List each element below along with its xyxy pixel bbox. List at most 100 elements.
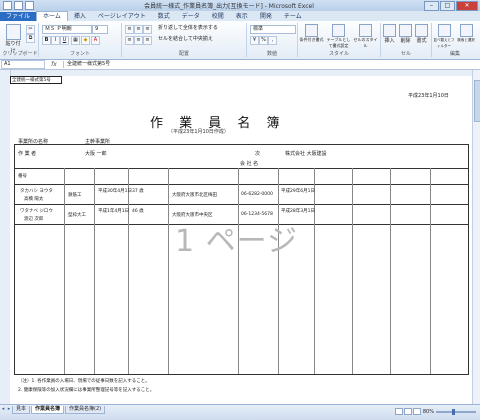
row1-age: 37 歳	[132, 189, 144, 194]
copy-icon[interactable]: ⧉	[26, 34, 35, 43]
align-bottom-icon[interactable]: ≡	[143, 25, 152, 34]
undo-icon[interactable]	[25, 1, 34, 10]
sheet-tabs: ◂ ▸ 見本 作業員名簿 作業員名簿(2)	[0, 406, 106, 414]
tab-home[interactable]: ホーム	[36, 11, 68, 21]
bold-button[interactable]: B	[42, 36, 51, 45]
window-controls: – □ ✕	[424, 0, 478, 11]
view-buttons	[394, 408, 421, 415]
align-left-icon[interactable]: ≡	[125, 36, 134, 45]
conditional-format-icon	[305, 24, 318, 37]
row2-kana: ワタナベ ジロウ	[20, 209, 53, 214]
page-watermark: 1 ページ	[175, 224, 299, 259]
sheet-tab-roster[interactable]: 作業員名簿	[31, 406, 65, 414]
zoom-control: 80%	[394, 408, 476, 415]
window-title: 会員統一様式_作業員名簿_出力[互換モード] - Microsoft Excel	[144, 3, 314, 10]
comma-icon[interactable]: ,	[268, 36, 277, 45]
tab-insert[interactable]: 挿入	[68, 12, 92, 21]
sheet-tab-roster-2[interactable]: 作業員名簿(2)	[65, 406, 106, 414]
align-middle-icon[interactable]: ≡	[134, 25, 143, 34]
tab-data[interactable]: データ	[176, 12, 206, 21]
alignment-group-label: 配置	[178, 51, 189, 57]
align-top-icon[interactable]: ≡	[125, 25, 134, 34]
status-bar: ◂ ▸ 見本 作業員名簿 作業員名簿(2) 80%	[0, 404, 480, 420]
clipboard-group: 貼り付け ✂ ⧉ クリップボード	[2, 23, 39, 57]
wrap-text-button[interactable]: 折り返して全体を表示する	[156, 25, 242, 32]
row2-age: 46 歳	[132, 209, 144, 214]
conditional-format-button[interactable]: 条件付き書式	[299, 24, 324, 43]
editing-group: 並べ替えとフィルター 検索と選択 編集	[432, 23, 478, 57]
page-layout-view-icon[interactable]	[403, 408, 412, 415]
cell-a1-text: 全建統一様式第5号	[12, 78, 51, 83]
delete-icon	[399, 24, 412, 37]
maximize-button[interactable]: □	[440, 0, 455, 11]
row2-job: 型枠大工	[68, 213, 86, 218]
formula-input[interactable]: 全建統一様式第5号	[63, 61, 480, 68]
name-box[interactable]: A1	[1, 60, 45, 69]
zoom-knob[interactable]	[452, 408, 455, 415]
number-format-select[interactable]: 標準	[250, 25, 296, 34]
find-icon	[459, 24, 473, 37]
align-center-icon[interactable]: ≡	[134, 36, 143, 45]
insert-icon	[383, 24, 396, 37]
tab-team[interactable]: チーム	[278, 12, 308, 21]
tab-developer[interactable]: 開発	[254, 12, 278, 21]
cell-style-button[interactable]: セルのスタイル	[353, 24, 378, 49]
font-name-select[interactable]: ＭＳ Ｐ明朝	[42, 25, 92, 34]
tab-file[interactable]: ファイル	[0, 12, 37, 21]
note-1: （注）1. 各作業員の入場日、現場での従事日数を記入すること。	[18, 379, 150, 384]
format-as-table-button[interactable]: テーブルとして書式設定	[325, 24, 352, 49]
tab-view[interactable]: 表示	[230, 12, 254, 21]
delete-cells-button[interactable]: 削除	[398, 24, 413, 44]
row2-name: 渡辺 次郎	[24, 217, 44, 222]
page-break-view-icon[interactable]	[412, 408, 421, 415]
cut-icon[interactable]: ✂	[26, 25, 35, 34]
row1-name: 高橋 陽太	[24, 197, 44, 202]
tab-formulas[interactable]: 数式	[152, 12, 176, 21]
sheet-tab-sample[interactable]: 見本	[12, 406, 31, 414]
italic-button[interactable]: I	[51, 36, 60, 45]
vertical-scrollbar[interactable]	[472, 70, 480, 404]
conditional-format-label: 条件付き書式	[299, 37, 324, 42]
contractor-note: 次	[255, 151, 261, 157]
underline-button[interactable]: U	[60, 36, 69, 45]
sort-filter-button[interactable]: 並べ替えとフィルター	[433, 24, 455, 49]
insert-cells-button[interactable]: 挿入	[382, 24, 397, 44]
quick-access-toolbar[interactable]	[3, 1, 34, 10]
number-group-label: 数値	[266, 51, 277, 57]
zoom-slider[interactable]	[436, 408, 476, 415]
font-group: ＭＳ Ｐ明朝 9 B I U ▦ ◆ A フォント	[39, 23, 122, 57]
table-icon	[332, 24, 345, 37]
excel-app-icon[interactable]	[3, 1, 12, 10]
align-right-icon[interactable]: ≡	[143, 36, 152, 45]
scroll-thumb[interactable]	[474, 80, 480, 122]
delete-label: 削除	[400, 38, 411, 44]
format-label: 書式	[416, 38, 427, 44]
editing-group-label: 編集	[449, 51, 460, 57]
minimize-button[interactable]: –	[424, 0, 439, 11]
font-color-icon[interactable]: A	[91, 36, 100, 45]
close-button[interactable]: ✕	[456, 0, 478, 11]
zoom-level[interactable]: 80%	[423, 409, 434, 415]
find-select-button[interactable]: 検索と選択	[456, 24, 476, 43]
cell-style-label: セルのスタイル	[353, 37, 378, 48]
border-icon[interactable]: ▦	[71, 36, 80, 45]
tab-page-layout[interactable]: ページレイアウト	[92, 12, 152, 21]
percent-icon[interactable]: %	[259, 36, 268, 45]
merge-center-button[interactable]: セルを結合して中央揃え	[156, 36, 242, 43]
normal-view-icon[interactable]	[394, 408, 403, 415]
row2-birth: 平成1年4月1日	[98, 209, 130, 214]
number-group: 標準 ¥ % , 数値	[247, 23, 298, 57]
fill-color-icon[interactable]: ◆	[81, 36, 90, 45]
paste-icon	[5, 24, 21, 40]
manager-label: 作 業 者	[18, 151, 37, 157]
fx-icon[interactable]: fx	[45, 61, 63, 68]
format-cells-button[interactable]: 書式	[414, 24, 429, 44]
company-label: 会 社 名	[240, 161, 259, 167]
font-size-select[interactable]: 9	[92, 25, 108, 34]
save-icon[interactable]	[14, 1, 23, 10]
find-select-label: 検索と選択	[457, 38, 475, 42]
currency-icon[interactable]: ¥	[250, 36, 259, 45]
worksheet[interactable]: 全建統一様式第5号 作 業 員 名 簿 （平成23年1月10日作成） 平成23年…	[10, 76, 472, 404]
tab-review[interactable]: 校閲	[206, 12, 230, 21]
formula-bar: A1 fx 全建統一様式第5号	[0, 60, 480, 70]
